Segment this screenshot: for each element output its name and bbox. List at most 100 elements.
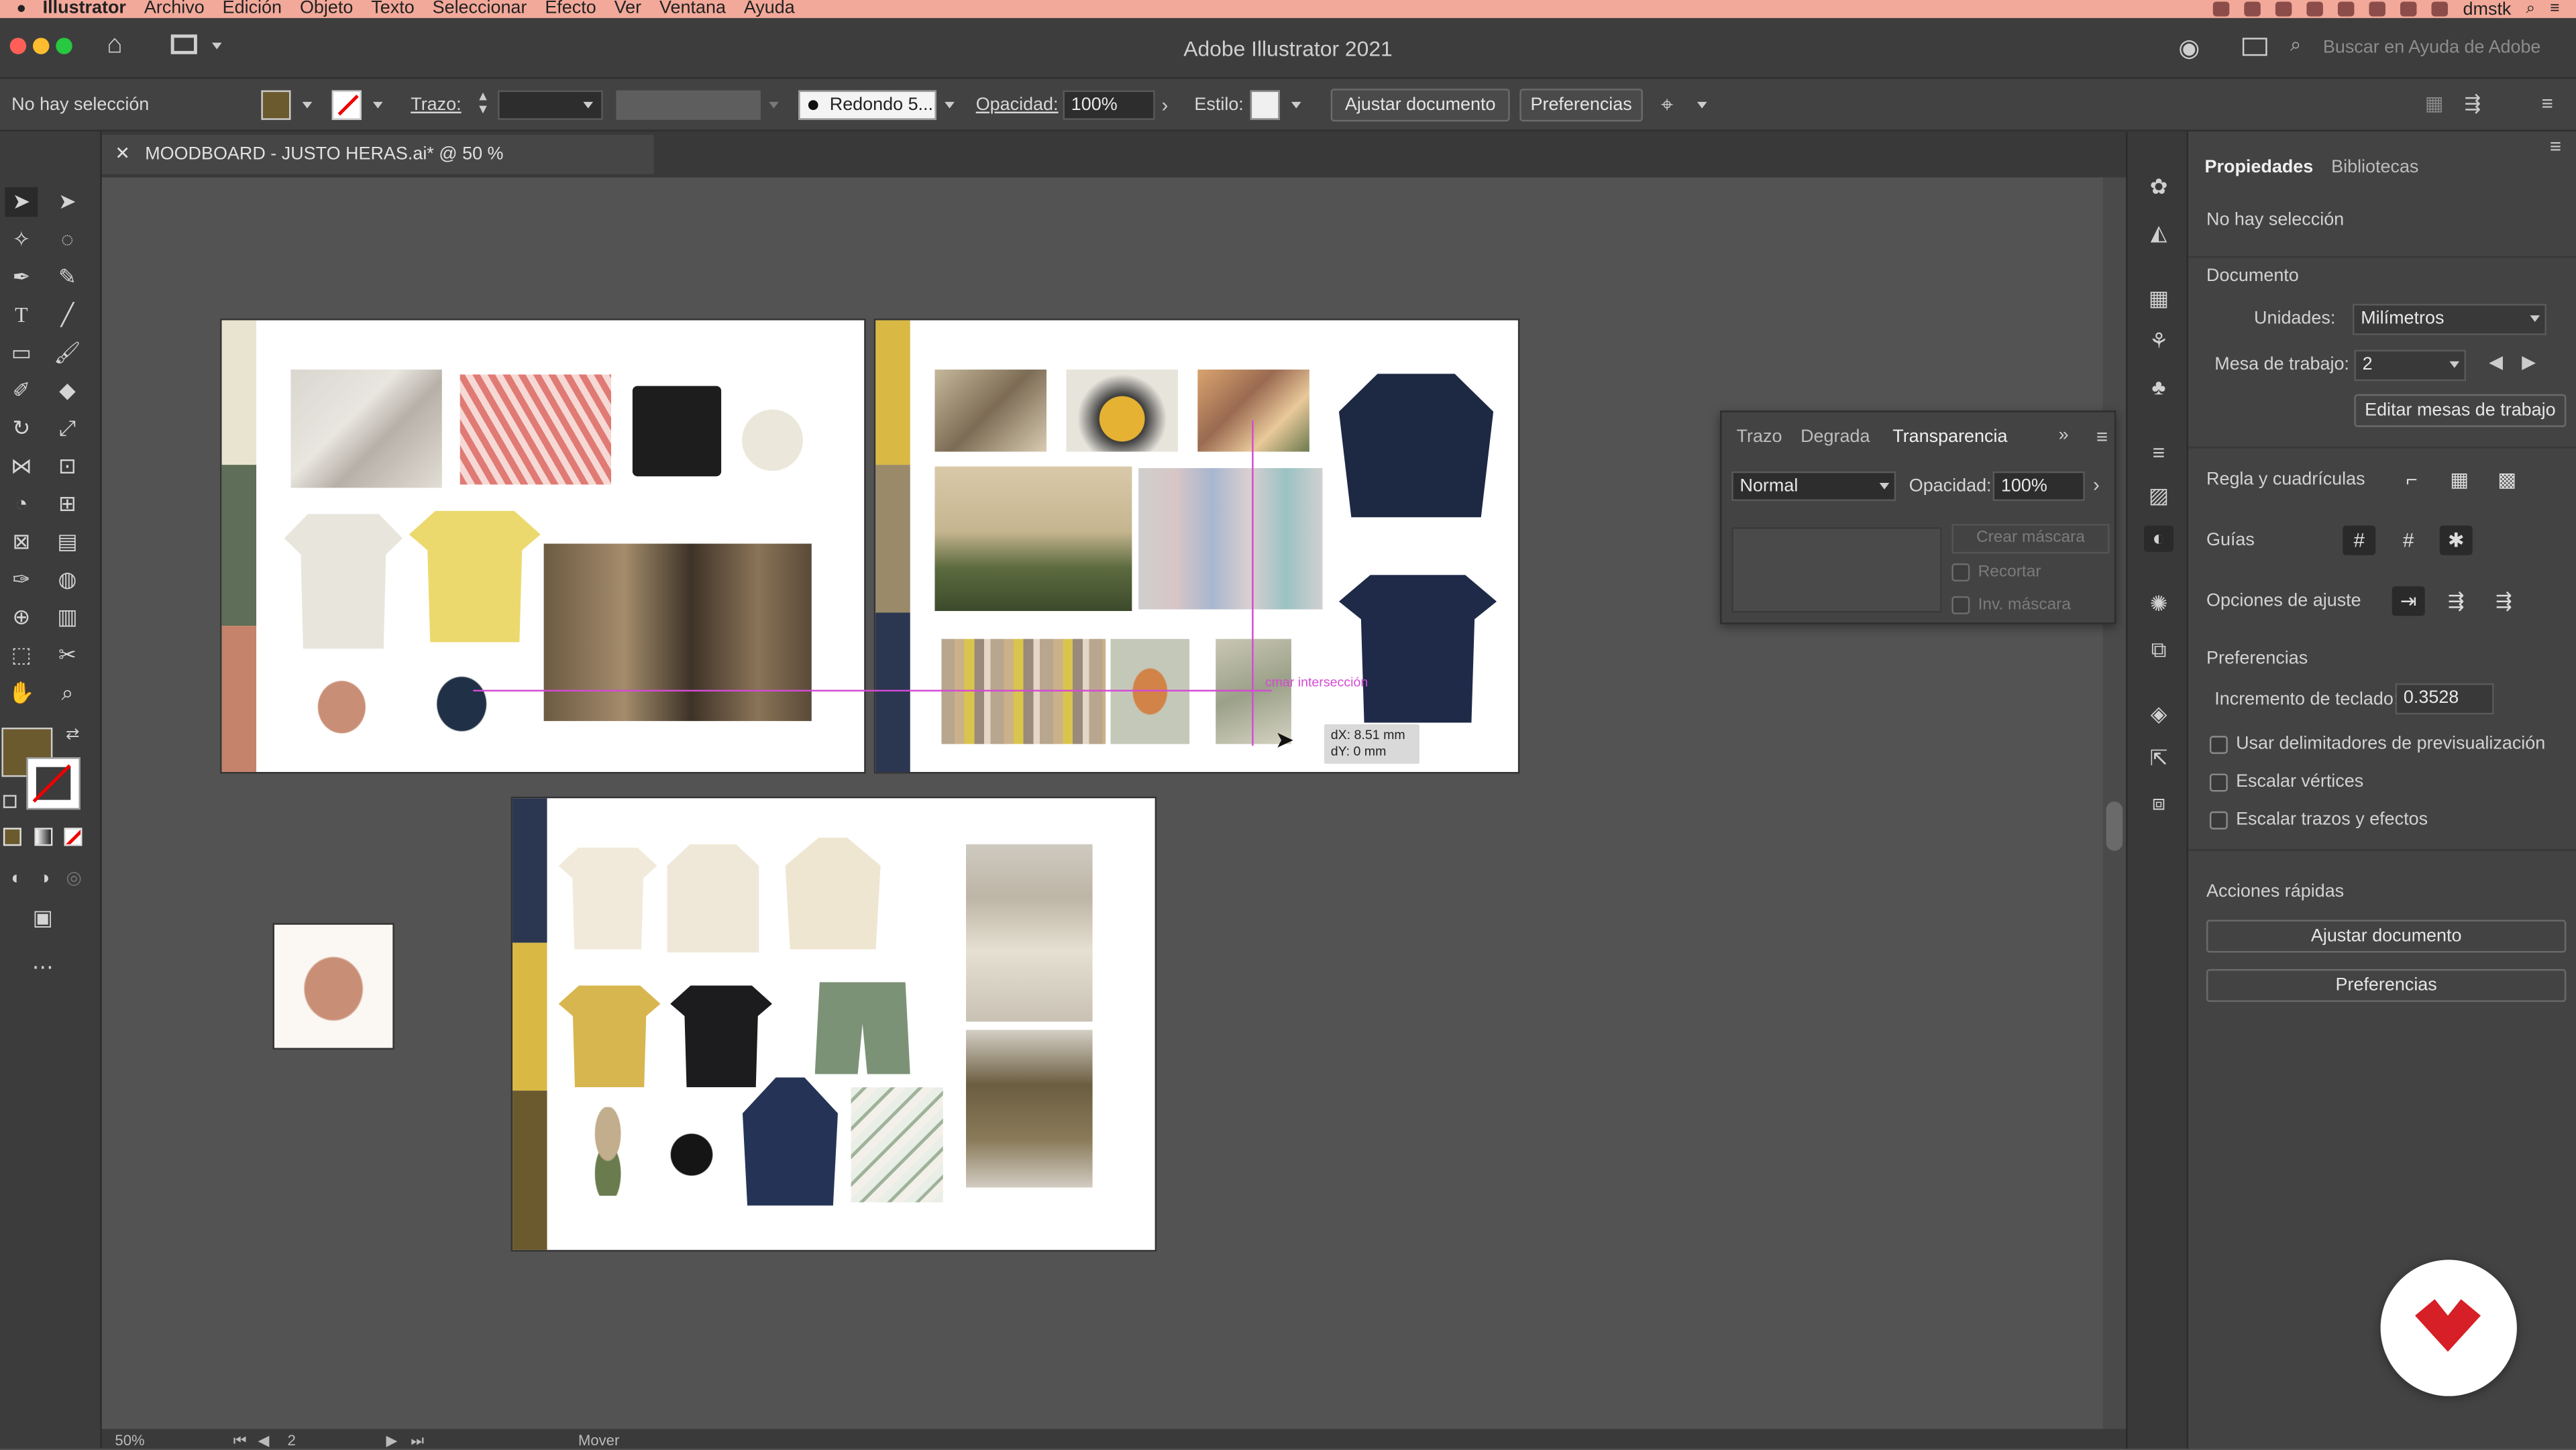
symbols-icon[interactable]: ♣	[2144, 374, 2174, 400]
user-name[interactable]: dmstk	[2463, 0, 2512, 18]
moodboard-image-cream-tee[interactable]	[558, 847, 657, 950]
moodboard-image-surf-shaper[interactable]	[543, 543, 812, 722]
airplay-icon[interactable]	[2369, 1, 2386, 17]
tab-libraries[interactable]: Bibliotecas	[2331, 158, 2418, 177]
magic-wand-tool-icon[interactable]: ✧	[5, 225, 38, 255]
tab-properties[interactable]: Propiedades	[2205, 158, 2314, 177]
graphic-styles-icon[interactable]: ⧉	[2144, 637, 2174, 663]
eyedropper-tool-icon[interactable]: ✑	[5, 565, 38, 594]
transparency-grid-icon[interactable]: ▩	[2491, 465, 2524, 494]
moodboard-image-navy-cap[interactable]	[419, 657, 504, 742]
moodboard-image-surfer-collage[interactable]	[934, 370, 1047, 452]
selection-tool-icon[interactable]: ➤	[5, 187, 38, 217]
previous-artboard-button[interactable]: ◀	[2489, 351, 2503, 373]
snap-to-pixel-icon[interactable]: ⇶	[2440, 586, 2473, 616]
color-swatch-olive[interactable]	[513, 1091, 547, 1250]
rotate-tool-icon[interactable]: ↻	[5, 414, 38, 443]
style-swatch[interactable]	[1250, 90, 1280, 120]
arrange-panels-icon[interactable]	[2242, 38, 2267, 56]
moodboard-image-sketchbook[interactable]	[290, 370, 442, 488]
previous-artboard-icon[interactable]: ◀	[258, 1433, 269, 1450]
menu-efecto[interactable]: Efecto	[545, 0, 610, 18]
opacity-arrow-icon[interactable]: ›	[1161, 94, 1168, 117]
preferences-button[interactable]: Preferencias	[1519, 89, 1643, 122]
mesh-tool-icon[interactable]: ⊠	[5, 527, 38, 557]
pen-tool-icon[interactable]: ✒	[5, 263, 38, 292]
screen-mode-icon[interactable]: ▣	[26, 903, 59, 933]
more-options-dropdown-icon[interactable]	[1697, 101, 1707, 109]
style-dropdown-icon[interactable]	[1291, 101, 1301, 109]
color-guide-icon[interactable]: ✿	[2144, 174, 2174, 201]
lasso-tool-icon[interactable]: ◌	[51, 225, 84, 255]
none-mode-icon[interactable]	[64, 828, 83, 846]
units-dropdown-icon[interactable]	[2530, 315, 2540, 323]
color-swatch-cream[interactable]	[221, 320, 257, 465]
transform-icon[interactable]: ⇶	[2464, 92, 2481, 115]
bluetooth-icon[interactable]	[2338, 1, 2355, 17]
spotlight-icon[interactable]: ⌕	[2526, 0, 2535, 18]
quick-fit-document-button[interactable]: Ajustar documento	[2206, 919, 2567, 953]
transparency-opacity-field[interactable]: 100%	[1992, 471, 2085, 501]
opacity-label[interactable]: Opacidad:	[976, 79, 1059, 131]
apple-icon[interactable]: ●	[0, 0, 43, 18]
stroke-label[interactable]: Trazo:	[411, 79, 461, 131]
moodboard-image-surfer-dunes[interactable]	[934, 466, 1132, 612]
edit-artboards-button[interactable]: Editar mesas de trabajo	[2354, 394, 2567, 427]
gradient-tool-icon[interactable]: ▤	[51, 527, 84, 557]
blend-mode-dropdown-icon[interactable]	[1879, 483, 1890, 490]
moodboard-image-yellow-tee[interactable]	[558, 985, 661, 1088]
width-profile-dropdown-icon[interactable]	[769, 101, 779, 109]
screen-icon[interactable]	[2244, 1, 2261, 17]
eraser-tool-icon[interactable]: ◆	[51, 376, 84, 406]
gradient-mode-icon[interactable]	[34, 828, 53, 846]
creative-cloud-icon[interactable]	[2275, 1, 2292, 17]
menu-ver[interactable]: Ver	[614, 0, 656, 18]
zoom-level[interactable]: 50%	[115, 1433, 144, 1449]
stroke-weight-stepper[interactable]: ▲ ▼	[472, 89, 494, 120]
moodboard-image-black-cap[interactable]	[657, 1120, 727, 1190]
scale-tool-icon[interactable]: ⤢	[51, 414, 84, 443]
menu-ventana[interactable]: Ventana	[659, 0, 741, 18]
moodboard-image-navy-hoodie[interactable]	[742, 1077, 838, 1206]
user-profile-icon[interactable]: ◉	[2178, 33, 2200, 62]
color-panel-icon[interactable]: ◭	[2144, 220, 2174, 246]
export-icon[interactable]: ⇱	[2144, 746, 2174, 772]
fill-swatch[interactable]	[261, 90, 291, 120]
artboard-number[interactable]: 2	[288, 1433, 296, 1449]
stroke-dropdown-icon[interactable]	[372, 101, 383, 109]
opacity-field[interactable]: 100%	[1063, 90, 1155, 120]
moodboard-image-white-sneakers[interactable]	[741, 392, 820, 488]
free-transform-tool-icon[interactable]: ⊡	[51, 451, 84, 481]
blend-tool-icon[interactable]: ◍	[51, 565, 84, 594]
column-graph-tool-icon[interactable]: ▥	[51, 603, 84, 632]
color-mode-icon[interactable]	[3, 828, 21, 846]
align-icon[interactable]: ▦	[2425, 92, 2444, 115]
units-select[interactable]: Milímetros	[2352, 304, 2546, 335]
appearance-icon[interactable]: ✺	[2144, 592, 2174, 618]
brushes-icon[interactable]: ⚘	[2144, 329, 2174, 355]
stroke-swatch[interactable]	[331, 90, 362, 120]
draw-inside-icon[interactable]: ◎	[58, 864, 91, 893]
vertical-scrollbar[interactable]	[2102, 177, 2127, 1429]
width-tool-icon[interactable]: ⋈	[5, 451, 38, 481]
invert-mask-checkbox[interactable]	[1951, 596, 1970, 614]
gradient-panel-icon[interactable]: ▨	[2144, 483, 2174, 509]
perspective-grid-tool-icon[interactable]: ⊞	[51, 490, 84, 519]
lock-guides-icon[interactable]: #	[2392, 526, 2425, 555]
moodboard-image-black-tee[interactable]	[670, 985, 773, 1088]
swap-fill-stroke-icon[interactable]: ⇄	[66, 726, 80, 744]
menu-illustrator[interactable]: Illustrator	[43, 0, 141, 18]
scale-strokes-checkbox[interactable]	[2209, 811, 2228, 830]
artboard-1[interactable]	[221, 320, 865, 773]
panel-options-icon[interactable]: ≡	[2096, 425, 2108, 448]
moodboard-image-navy-sweatshirt[interactable]	[1338, 374, 1494, 518]
transparency-opacity-arrow-icon[interactable]: ›	[2093, 473, 2100, 496]
artboard-2[interactable]	[875, 320, 1518, 773]
swatches-icon[interactable]: ▦	[2144, 286, 2174, 312]
slice-tool-icon[interactable]: ✂	[51, 640, 84, 670]
moodboard-image-tan-cap[interactable]	[301, 661, 383, 744]
moodboard-image-yellow-tee[interactable]	[409, 510, 541, 643]
next-artboard-button[interactable]: ▶	[2522, 351, 2536, 373]
menu-edicion[interactable]: Edición	[223, 0, 297, 18]
draw-behind-icon[interactable]: ◑	[28, 864, 61, 893]
